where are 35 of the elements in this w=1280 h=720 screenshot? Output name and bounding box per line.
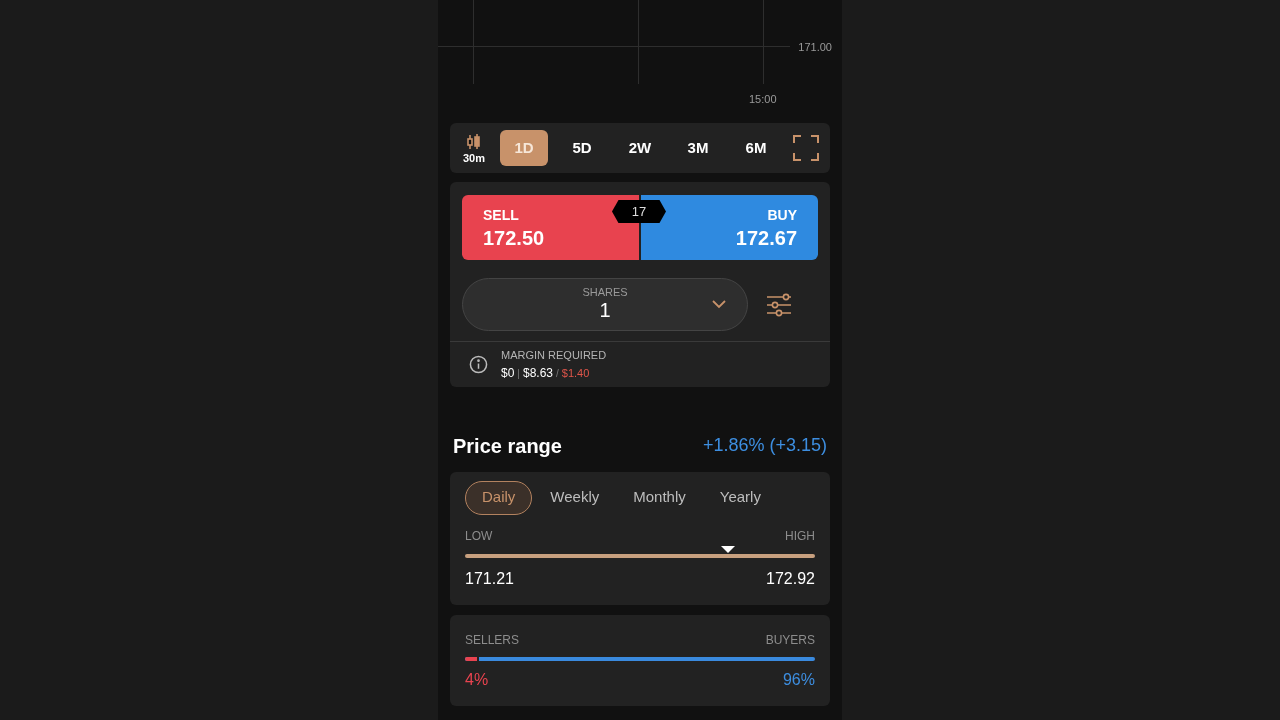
margin-value: | xyxy=(517,366,520,381)
fullscreen-button[interactable] xyxy=(790,132,822,164)
time-axis-label: 15:00 xyxy=(749,92,777,107)
fullscreen-icon xyxy=(793,135,819,161)
buyers-percent: 96% xyxy=(782,669,815,690)
sellers-label: SELLERS xyxy=(465,631,520,649)
info-icon xyxy=(469,354,488,374)
spread-badge: 17 xyxy=(612,200,666,223)
range-tab[interactable]: Weekly xyxy=(534,480,616,515)
candlestick-icon xyxy=(465,132,483,151)
margin-value: $1.40 xyxy=(561,365,590,381)
range-tab[interactable]: Yearly xyxy=(703,480,777,515)
margin-value: / xyxy=(556,366,559,381)
price-axis-label: 171.00 xyxy=(798,40,832,55)
low-value: 171.21 xyxy=(465,568,514,589)
chart-type-button[interactable]: 30m xyxy=(458,132,490,164)
margin-label: MARGIN REQUIRED xyxy=(501,348,607,363)
margin-value: $0 xyxy=(501,364,515,382)
low-label: LOW xyxy=(465,527,493,545)
sellers-percent: 4% xyxy=(465,669,489,690)
period-tab[interactable]: 5D xyxy=(558,130,606,166)
range-tab[interactable]: Monthly xyxy=(617,480,702,515)
period-tab[interactable]: 3M xyxy=(674,130,722,166)
high-value: 172.92 xyxy=(766,568,815,589)
period-tab[interactable]: 6M xyxy=(732,130,780,166)
section-title: Price range xyxy=(453,433,562,459)
price-change: +1.86% (+3.15) xyxy=(702,434,827,457)
buyers-label: BUYERS xyxy=(765,631,815,649)
sliders-icon xyxy=(766,291,792,318)
margin-value: $8.63 xyxy=(522,364,553,382)
shares-dropdown[interactable]: SHARES 1 xyxy=(462,278,748,331)
chevron-down-icon xyxy=(711,299,727,309)
period-tab[interactable]: 2W xyxy=(616,130,664,166)
high-label: HIGH xyxy=(785,527,815,545)
range-tab[interactable]: Daily xyxy=(465,480,533,515)
